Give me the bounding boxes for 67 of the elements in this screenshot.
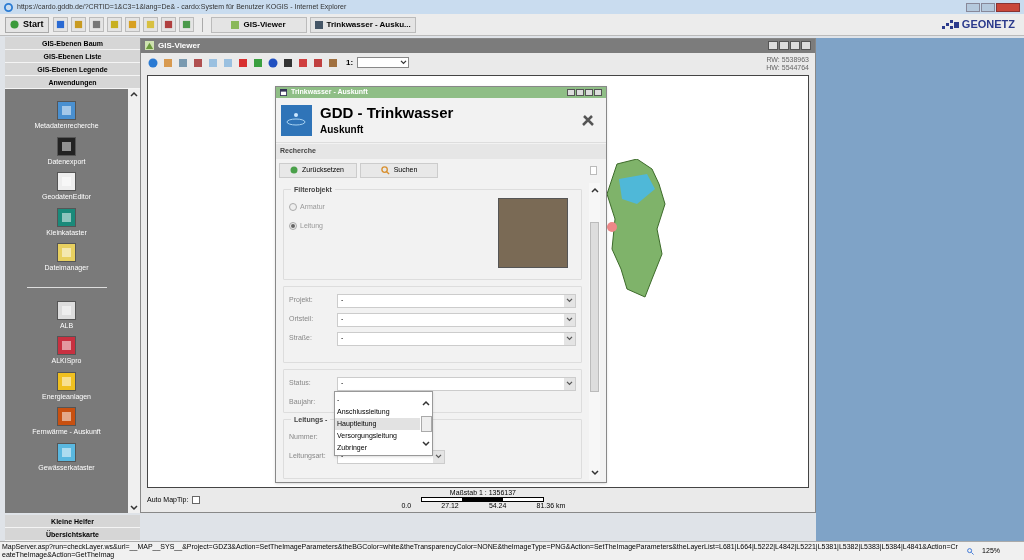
scroll-thumb[interactable] [420,415,432,432]
window-icon [314,20,323,29]
minimize-button[interactable] [779,41,789,51]
viewer-title: GIS-Viewer [158,39,201,52]
app-icon[interactable] [57,101,76,120]
circle-icon [10,20,19,29]
dialog-heading: GDD - Trinkwasser [320,103,454,122]
info-button[interactable] [567,89,575,96]
toolbar-button[interactable] [178,17,194,32]
task-button[interactable]: GIS-Viewer [210,16,307,33]
tools-icon[interactable] [581,113,595,127]
start-button[interactable]: Start [5,16,49,33]
caret-icon[interactable] [435,454,442,459]
caret-icon[interactable] [566,298,573,303]
caret-icon[interactable] [400,60,408,66]
scale-label: 1: [346,56,354,69]
refresh-icon [290,166,298,174]
browser-icon [4,2,13,12]
dialog-subheading: Auskunft [320,122,365,137]
map-icon [145,41,154,51]
help-button[interactable] [768,41,778,51]
maximize-button[interactable] [585,89,593,96]
scroll-down-icon[interactable] [422,441,430,447]
caret-icon[interactable] [566,381,573,386]
scroll-thumb[interactable] [590,221,599,392]
minimize-button[interactable] [576,89,584,96]
caret-icon[interactable] [566,336,573,341]
map-tool-button[interactable] [282,57,293,69]
logo-text: GEONETZ [961,17,1015,33]
app-icon[interactable] [57,172,76,191]
scroll-down-icon[interactable] [590,470,599,476]
scroll-up-icon[interactable] [130,91,138,97]
close-button[interactable] [801,41,811,51]
app-icon[interactable] [57,243,76,262]
map-icon [231,20,240,29]
scrollbar[interactable] [589,183,600,480]
map-tool-button[interactable] [267,57,278,69]
scroll-down-icon[interactable] [130,505,138,511]
radio-button[interactable] [289,221,297,230]
close-button[interactable] [996,2,1020,12]
app-icon[interactable] [57,442,76,462]
radio-button[interactable] [289,203,297,212]
search-icon [380,165,390,175]
app-icon[interactable] [57,300,76,320]
scroll-up-icon[interactable] [590,187,599,193]
photo-placeholder [498,198,568,268]
caret-icon[interactable] [566,317,573,322]
maximize-button[interactable] [981,2,995,12]
app-icon[interactable] [57,336,76,355]
close-button[interactable] [594,89,602,96]
app-icon[interactable] [57,371,76,391]
scrollbar[interactable] [128,89,140,513]
toolbar-button[interactable] [88,17,104,32]
app-icon[interactable] [57,207,76,227]
scroll-up-icon[interactable] [422,400,430,406]
water-drop-icon [281,104,312,136]
task-button[interactable]: Trinkwasser - Ausku... [309,16,416,33]
app-icon[interactable] [57,136,76,156]
app-icon[interactable] [57,407,76,426]
window-icon [280,89,287,96]
maptip-checkbox[interactable] [192,496,201,505]
toolbar-button[interactable] [52,17,68,32]
maximize-button[interactable] [790,41,800,51]
toolbar-button[interactable] [160,17,176,32]
zoom-icon [967,547,975,555]
logo-icon [941,19,960,30]
minimize-button[interactable] [966,2,980,12]
